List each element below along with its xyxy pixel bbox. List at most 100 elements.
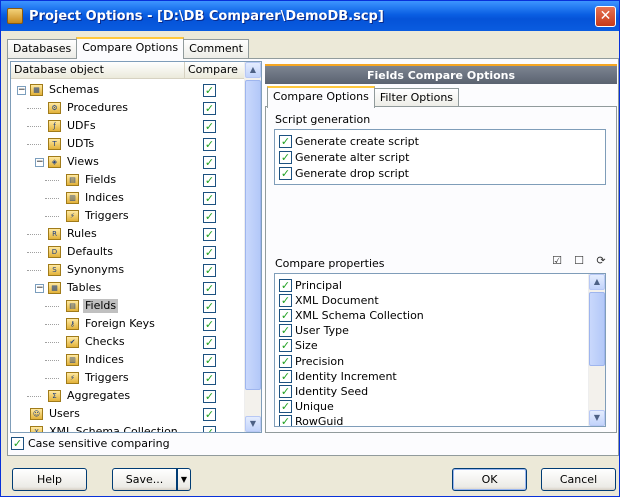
compare-checkbox[interactable]: ✓ (203, 318, 216, 331)
tree-item-label: Aggregates (67, 389, 131, 402)
generate-drop-checkbox[interactable]: ✓ Generate drop script (279, 165, 409, 181)
compare-checkbox[interactable]: ✓ (203, 138, 216, 151)
property-item[interactable]: ✓ Principal (279, 277, 342, 293)
property-item[interactable]: ✓ Unique (279, 399, 334, 415)
checkbox-label: Generate alter script (295, 150, 410, 164)
compare-checkbox[interactable]: ✓ (203, 84, 216, 97)
tree-item[interactable]: S Synonyms ✓ (11, 261, 245, 279)
property-item[interactable]: ✓ Precision (279, 353, 344, 369)
tree-item[interactable]: X XML Schema Collection ✓ (11, 423, 245, 432)
tree-scrollbar[interactable]: ▲ ▼ (244, 62, 261, 432)
compare-checkbox[interactable]: ✓ (203, 300, 216, 313)
subtab-filter-options[interactable]: Filter Options (373, 88, 460, 108)
compare-checkbox[interactable]: ✓ (203, 246, 216, 259)
column-database-object[interactable]: Database object (11, 62, 185, 78)
tree-item[interactable]: − ▦ Schemas ✓ (11, 81, 245, 99)
tree-item[interactable]: D Defaults ✓ (11, 243, 245, 261)
check-all-icon[interactable]: ☑ (549, 253, 565, 269)
compare-checkbox[interactable]: ✓ (203, 390, 216, 403)
tab-compare-options[interactable]: Compare Options (76, 37, 185, 59)
checkbox-box[interactable]: ✓ (279, 134, 292, 148)
property-item[interactable]: ✓ Identity Seed (279, 383, 368, 399)
scroll-thumb[interactable] (589, 292, 605, 366)
property-checkbox[interactable]: ✓ (279, 293, 292, 307)
property-item[interactable]: ✓ XML Schema Collection (279, 307, 424, 323)
compare-checkbox[interactable]: ✓ (203, 408, 216, 421)
generate-alter-checkbox[interactable]: ✓ Generate alter script (279, 149, 409, 165)
ok-button[interactable]: OK (452, 468, 527, 491)
compare-checkbox[interactable]: ✓ (203, 426, 216, 432)
save-dropdown-icon[interactable]: ▼ (177, 468, 191, 491)
property-checkbox[interactable]: ✓ (279, 324, 292, 338)
compare-checkbox[interactable]: ✓ (203, 210, 216, 223)
tree-item[interactable]: ⚷ Foreign Keys ✓ (11, 315, 245, 333)
invert-selection-icon[interactable]: ⟳ (593, 253, 609, 269)
property-item[interactable]: ✓ User Type (279, 323, 349, 339)
property-item[interactable]: ✓ RowGuid (279, 414, 343, 426)
compare-checkbox[interactable]: ✓ (203, 174, 216, 187)
save-button[interactable]: Save... (112, 468, 177, 491)
compare-checkbox[interactable]: ✓ (203, 372, 216, 385)
tree-item[interactable]: ⚡ Triggers ✓ (11, 207, 245, 225)
scroll-up-icon[interactable]: ▲ (589, 274, 605, 290)
close-button[interactable]: ✕ (595, 6, 616, 27)
collapse-icon[interactable]: − (35, 284, 44, 293)
tree-item[interactable]: T UDTs ✓ (11, 135, 245, 153)
collapse-icon[interactable]: − (17, 86, 26, 95)
property-checkbox[interactable]: ✓ (279, 354, 292, 368)
scroll-down-icon[interactable]: ▼ (245, 416, 261, 432)
generate-create-checkbox[interactable]: ✓ Generate create script (279, 133, 419, 149)
tree-item[interactable]: ▤ Fields ✓ (11, 297, 245, 315)
property-checkbox[interactable]: ✓ (279, 308, 292, 322)
property-item[interactable]: ✓ Identity Increment (279, 368, 397, 384)
tree-item[interactable]: ⚙ Procedures ✓ (11, 99, 245, 117)
compare-checkbox[interactable]: ✓ (203, 156, 216, 169)
property-item[interactable]: ✓ XML Document (279, 292, 379, 308)
property-checkbox[interactable]: ✓ (279, 339, 292, 353)
property-checkbox[interactable]: ✓ (279, 369, 292, 383)
scroll-up-icon[interactable]: ▲ (245, 62, 261, 78)
tree-item[interactable]: ƒ UDFs ✓ (11, 117, 245, 135)
tab-comment[interactable]: Comment (183, 39, 249, 59)
properties-scrollbar[interactable]: ▲ ▼ (588, 274, 605, 426)
tree-item[interactable]: ▥ Indices ✓ (11, 351, 245, 369)
cancel-button[interactable]: Cancel (541, 468, 616, 491)
property-checkbox[interactable]: ✓ (279, 278, 292, 292)
help-button[interactable]: Help (12, 468, 87, 491)
tree-item[interactable]: ✔ Checks ✓ (11, 333, 245, 351)
tree-item[interactable]: Σ Aggregates ✓ (11, 387, 245, 405)
tree-item[interactable]: − ◈ Views ✓ (11, 153, 245, 171)
property-checkbox[interactable]: ✓ (279, 415, 292, 426)
compare-checkbox[interactable]: ✓ (203, 102, 216, 115)
compare-checkbox[interactable]: ✓ (203, 264, 216, 277)
title-bar[interactable]: Project Options - [D:\DB Comparer\DemoDB… (1, 1, 619, 31)
checkbox-box[interactable]: ✓ (279, 150, 292, 164)
column-compare[interactable]: Compare (185, 62, 245, 78)
compare-checkbox[interactable]: ✓ (203, 282, 216, 295)
property-item[interactable]: ✓ Size (279, 338, 318, 354)
save-label: Save... (125, 473, 164, 486)
tree-item[interactable]: ▥ Indices ✓ (11, 189, 245, 207)
scroll-thumb[interactable] (245, 80, 261, 390)
case-sensitive-checkbox[interactable]: ✓ Case sensitive comparing (11, 437, 170, 450)
tree-item[interactable]: − ▦ Tables ✓ (11, 279, 245, 297)
tab-databases[interactable]: Databases (7, 39, 78, 59)
scroll-down-icon[interactable]: ▼ (589, 410, 605, 426)
tree-item[interactable]: ☺ Users ✓ (11, 405, 245, 423)
uncheck-all-icon[interactable]: ☐ (571, 253, 587, 269)
compare-checkbox[interactable]: ✓ (203, 354, 216, 367)
tree-item[interactable]: R Rules ✓ (11, 225, 245, 243)
property-checkbox[interactable]: ✓ (279, 400, 292, 414)
property-checkbox[interactable]: ✓ (279, 384, 292, 398)
compare-checkbox[interactable]: ✓ (203, 336, 216, 349)
tree-item[interactable]: ▤ Fields ✓ (11, 171, 245, 189)
tree-connector (45, 306, 59, 307)
compare-checkbox[interactable]: ✓ (203, 192, 216, 205)
compare-checkbox[interactable]: ✓ (203, 228, 216, 241)
checkbox-box[interactable]: ✓ (11, 437, 24, 450)
collapse-icon[interactable]: − (35, 158, 44, 167)
subtab-compare-options[interactable]: Compare Options (267, 86, 375, 108)
compare-checkbox[interactable]: ✓ (203, 120, 216, 133)
checkbox-box[interactable]: ✓ (279, 166, 292, 180)
tree-item[interactable]: ⚡ Triggers ✓ (11, 369, 245, 387)
